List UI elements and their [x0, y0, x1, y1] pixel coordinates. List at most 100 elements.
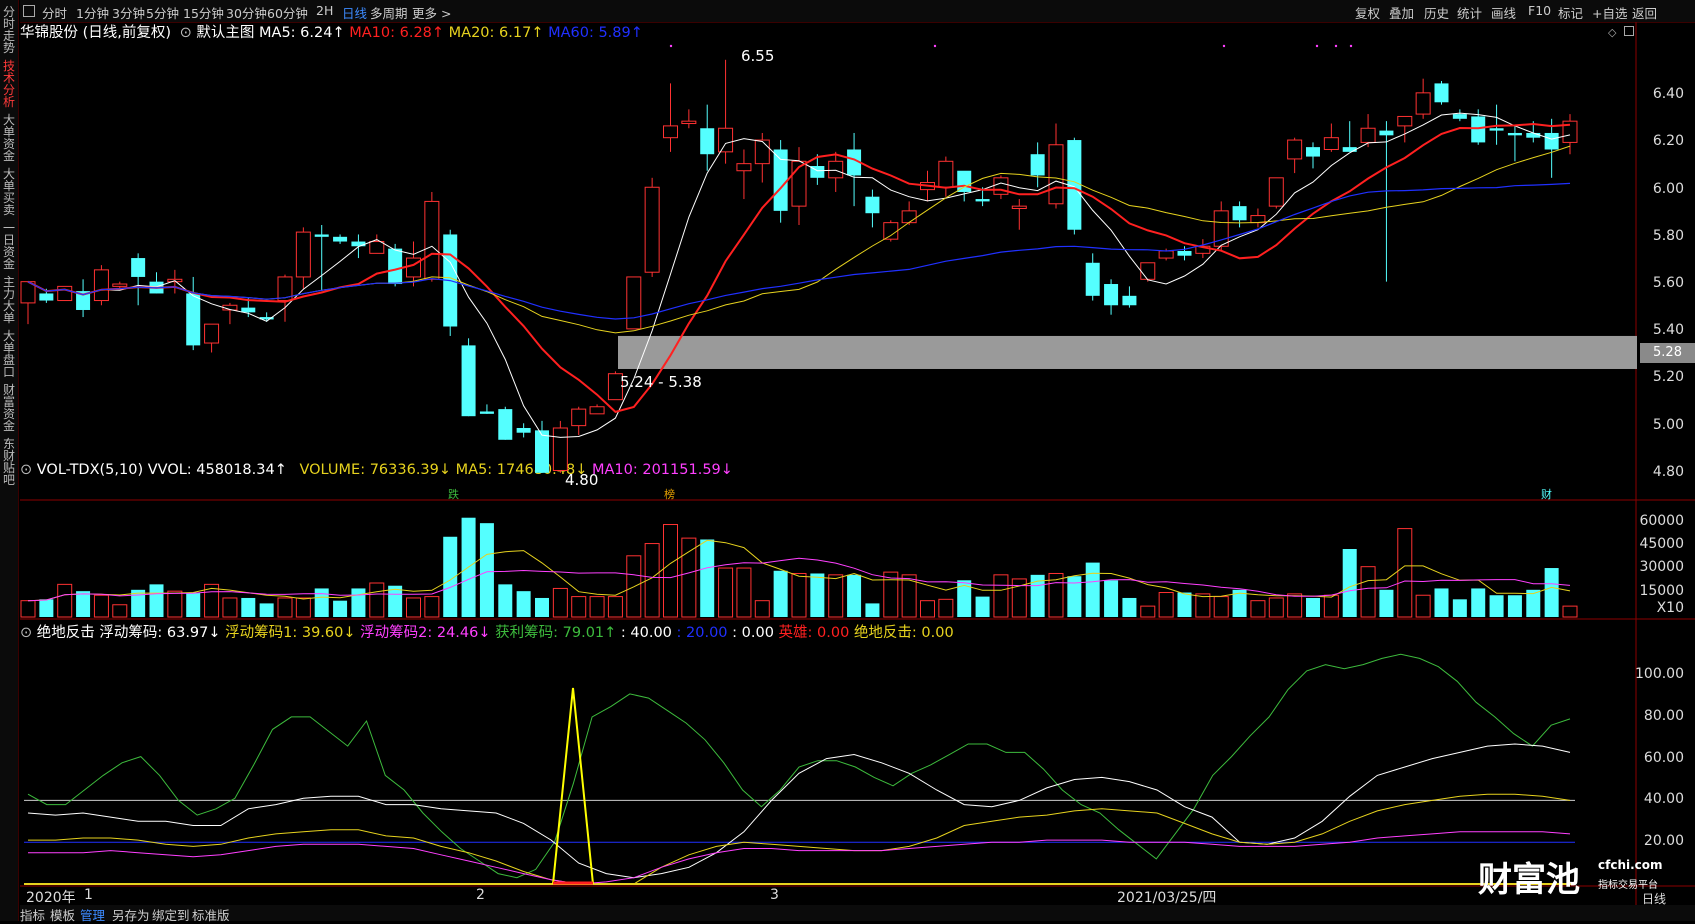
- site-url: cfchi.com: [1598, 858, 1663, 872]
- event-dot: [669, 44, 673, 48]
- volume-bar: [718, 567, 734, 618]
- volume-bar: [993, 574, 1009, 618]
- volume-bar: [975, 596, 990, 617]
- float-chips1-line: [28, 793, 1571, 885]
- candle-body: [865, 196, 880, 214]
- candle-body: [1415, 92, 1431, 115]
- candle-body: [1489, 128, 1504, 131]
- event-mark[interactable]: 榜: [664, 486, 675, 502]
- volume-bar: [1360, 566, 1376, 618]
- candle-body: [828, 160, 844, 179]
- bottom-toolbar: 指标 模板 管理 另存为 绑定到 标准版: [20, 905, 1695, 924]
- volume-bar: [1544, 568, 1559, 617]
- candle-body: [736, 163, 752, 172]
- price-tick-label: 4.80: [1652, 463, 1684, 480]
- restore-icon[interactable]: ◇: [1608, 26, 1616, 39]
- volume-bar: [1323, 594, 1339, 618]
- volume-bar: [516, 591, 531, 617]
- site-slogan: 指标交易平台: [1598, 880, 1658, 891]
- volume-bar: [314, 588, 329, 617]
- volume-bar: [1397, 528, 1413, 618]
- candle-body: [718, 127, 734, 153]
- price-tick-label: 5.20: [1652, 369, 1684, 386]
- volume-bar: [259, 603, 274, 617]
- candle-body: [589, 406, 605, 415]
- volume-bar: [1287, 593, 1303, 618]
- candle-body: [1471, 116, 1486, 143]
- candle-body: [461, 345, 476, 417]
- volume-bar: [535, 597, 549, 617]
- date-tick-label: 2: [476, 887, 485, 903]
- candle-body: [1342, 147, 1357, 152]
- price-tick-label: 5.00: [1652, 416, 1684, 433]
- event-dot: [1334, 44, 1338, 48]
- volume-bar: [1177, 592, 1192, 617]
- price-tag: 5.28: [1640, 343, 1695, 363]
- bottom-tab[interactable]: 指标: [20, 905, 45, 924]
- volume-tick-label: 45000: [1639, 536, 1684, 552]
- kline-chart[interactable]: [0, 0, 1695, 921]
- candle-body: [700, 128, 715, 155]
- candle-body: [516, 427, 531, 433]
- volume-bar: [589, 596, 605, 618]
- volume-tick-label: X10: [1656, 600, 1684, 616]
- volume-bar: [1250, 600, 1266, 618]
- candle-body: [773, 149, 788, 211]
- indicator-tick-label: 80.00: [1643, 707, 1684, 724]
- volume-bar: [222, 597, 238, 618]
- candle-body: [314, 234, 329, 237]
- volume-bar: [351, 588, 366, 617]
- candle-body: [1287, 139, 1303, 160]
- volume-bar: [1306, 597, 1320, 617]
- site-logo: 财富池: [1478, 860, 1580, 900]
- volume-bar: [20, 600, 36, 618]
- candle-body: [351, 241, 366, 247]
- bottom-tab[interactable]: 另存为: [112, 905, 150, 924]
- candle-body: [186, 293, 201, 346]
- volume-tick-label: 60000: [1639, 513, 1684, 529]
- candle-body: [644, 186, 660, 273]
- volume-bar: [167, 590, 183, 618]
- bottom-tab[interactable]: 绑定到: [152, 905, 190, 924]
- price-tick-label: 6.00: [1652, 180, 1684, 197]
- volume-bar: [865, 603, 880, 617]
- candle-body: [1104, 284, 1119, 306]
- candle-body: [498, 409, 513, 440]
- candle-body: [93, 269, 109, 302]
- volume-bar: [39, 599, 54, 617]
- volume-bar: [754, 600, 770, 618]
- event-mark[interactable]: 财: [1541, 486, 1552, 502]
- volume-bar: [241, 597, 256, 617]
- candle-body: [1140, 262, 1156, 280]
- candle-body: [1379, 130, 1394, 136]
- volume-bar: [663, 524, 678, 618]
- volume-bar: [424, 596, 440, 618]
- volume-bar: [277, 597, 293, 618]
- candle-body: [1011, 205, 1027, 209]
- event-mark[interactable]: 跌: [448, 486, 459, 502]
- volume-bar: [1507, 595, 1522, 617]
- indicator-tick-label: 100.00: [1635, 666, 1684, 683]
- bottom-tab[interactable]: 标准版: [192, 905, 230, 924]
- volume-bar: [791, 572, 807, 618]
- candle-body: [1232, 206, 1247, 221]
- price-tick-label: 5.80: [1652, 227, 1684, 244]
- maximize-icon[interactable]: [1624, 26, 1634, 36]
- bottom-tab[interactable]: 管理: [80, 905, 105, 924]
- volume-bar: [93, 594, 109, 618]
- candle-body: [754, 139, 770, 165]
- bottom-tab[interactable]: 模板: [50, 905, 75, 924]
- candle-body: [626, 276, 642, 330]
- date-tick-label: 2021/03/25/四: [1117, 890, 1217, 906]
- volume-bar: [1158, 592, 1174, 618]
- date-tick-label: 1: [84, 887, 93, 903]
- price-tick-label: 5.60: [1652, 275, 1684, 292]
- volume-bar: [149, 584, 164, 617]
- zone-annotation: 5.24 - 5.38: [620, 373, 702, 391]
- volume-bar: [938, 598, 954, 618]
- volume-bar: [607, 596, 623, 618]
- price-tick-label: 6.40: [1652, 86, 1684, 103]
- candle-body: [883, 222, 899, 240]
- profit-chips-line: [27, 653, 1571, 879]
- candle-body: [39, 293, 54, 301]
